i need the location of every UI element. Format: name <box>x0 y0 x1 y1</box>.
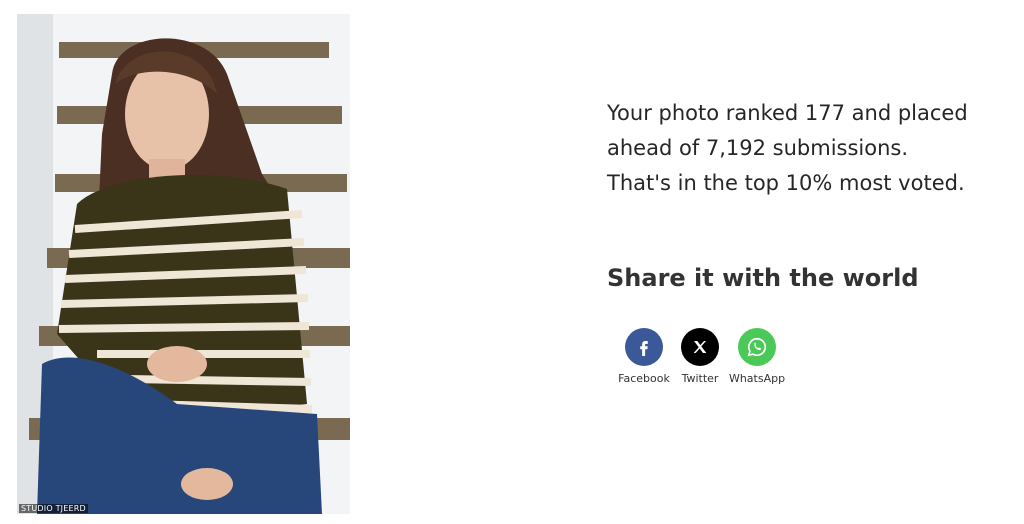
photo-watermark: STUDIO TJEERD <box>19 504 88 513</box>
ranking-message: Your photo ranked 177 and placed ahead o… <box>607 96 1017 201</box>
ranking-line-1: Your photo ranked 177 and placed <box>607 101 968 125</box>
x-twitter-icon <box>693 341 707 353</box>
whatsapp-share-button[interactable]: WhatsApp <box>726 328 788 385</box>
facebook-icon <box>640 341 648 356</box>
submission-photo: STUDIO TJEERD <box>17 14 350 514</box>
whatsapp-label: WhatsApp <box>728 372 786 385</box>
ranking-line-3: That's in the top 10% most voted. <box>607 171 965 195</box>
photo-illustration <box>17 14 350 514</box>
share-buttons: Facebook Twitter WhatsApp <box>614 328 788 385</box>
facebook-share-button[interactable]: Facebook <box>614 328 674 385</box>
whatsapp-icon <box>747 337 767 357</box>
ranking-line-2: ahead of 7,192 submissions. <box>607 136 909 160</box>
whatsapp-circle[interactable] <box>738 328 776 366</box>
facebook-circle[interactable] <box>625 328 663 366</box>
twitter-circle[interactable] <box>681 328 719 366</box>
share-heading: Share it with the world <box>607 264 919 292</box>
twitter-share-button[interactable]: Twitter <box>674 328 726 385</box>
twitter-label: Twitter <box>681 372 719 385</box>
facebook-label: Facebook <box>618 372 670 385</box>
